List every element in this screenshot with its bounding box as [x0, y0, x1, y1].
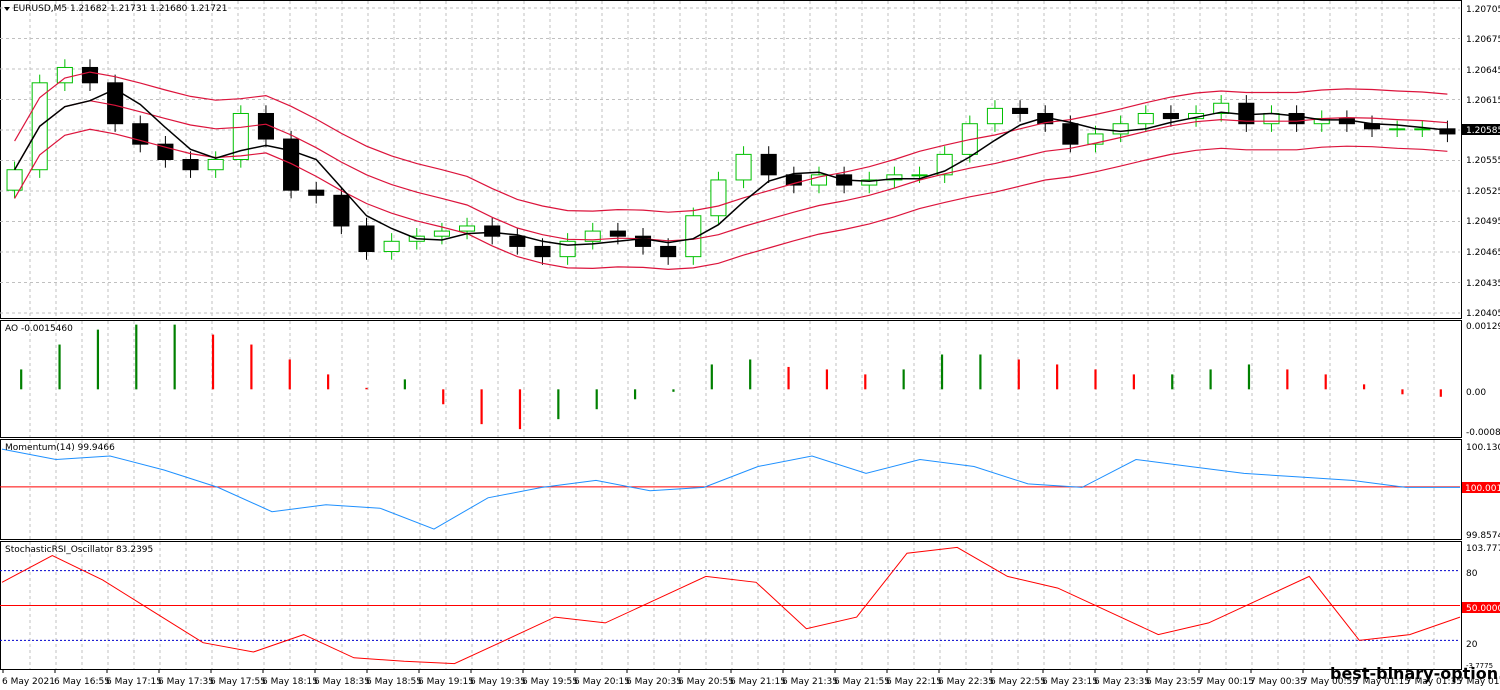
time-label: 6 May 23:15	[1042, 677, 1098, 687]
time-label: 6 May 21:15	[730, 677, 786, 687]
candle-body	[484, 225, 501, 237]
time-label: 6 May 21:55	[834, 677, 890, 687]
time-label: 6 May 23:35	[1094, 677, 1150, 687]
candle-body	[1137, 112, 1154, 125]
candle-body	[1062, 123, 1079, 145]
candle-body	[1112, 123, 1129, 135]
time-label: 6 May 2021	[2, 677, 55, 687]
candle-body	[132, 123, 149, 145]
ao-scale[interactable]: 0.001293 0.00 -0.000878	[1466, 322, 1500, 438]
candle-body	[509, 235, 526, 247]
time-label: 6 May 22:35	[938, 677, 994, 687]
candle-body	[157, 143, 174, 160]
candle-body	[634, 235, 652, 247]
candle-body	[735, 153, 752, 181]
time-label: 6 May 16:55	[54, 677, 110, 687]
candle-body	[911, 174, 928, 177]
ao-scale-label: 0.00	[1466, 388, 1486, 398]
time-label: 6 May 21:35	[782, 677, 838, 687]
current-price-label: 1.20585	[1466, 126, 1500, 136]
momentum-scale-label: 100.1303	[1466, 443, 1500, 453]
candle-body	[308, 189, 325, 196]
time-label: 6 May 18:15	[262, 677, 318, 687]
candle-body	[986, 107, 1003, 125]
price-label: 1.20495	[1466, 217, 1500, 227]
ao-pane-title: AO -0.0015460	[5, 324, 73, 334]
price-label: 1.20675	[1466, 35, 1500, 45]
time-label: 6 May 18:35	[314, 677, 370, 687]
time-label: 6 May 17:35	[158, 677, 214, 687]
candle-body	[1389, 128, 1406, 131]
price-label: 1.20405	[1466, 309, 1500, 319]
momentum-level-label: 100.0013	[1465, 484, 1500, 494]
time-label: 6 May 20:55	[678, 677, 734, 687]
stoch-scale-label: 103.7775	[1466, 544, 1500, 554]
price-label: 1.20705	[1466, 5, 1500, 15]
stoch-scale[interactable]: 103.7775 80 50.0000 20 -3.7775	[1462, 544, 1500, 670]
time-label: 6 May 19:15	[418, 677, 474, 687]
ao-pane[interactable]	[0, 320, 1462, 438]
candle-body	[534, 245, 551, 258]
chart-window[interactable]: EURUSD,M5 1.21682 1.21731 1.21680 1.2172…	[0, 0, 1500, 690]
time-label: 6 May 20:35	[626, 677, 682, 687]
momentum-scale-label: 99.8574	[1466, 531, 1500, 541]
stoch-scale-label: 20	[1466, 640, 1478, 650]
candle-body	[81, 66, 99, 84]
price-label: 1.20525	[1466, 187, 1500, 197]
time-label: 6 May 19:55	[522, 677, 578, 687]
time-label: 6 May 17:15	[106, 677, 162, 687]
ao-scale-label: -0.000878	[1466, 428, 1500, 438]
candle-body	[1012, 107, 1029, 114]
time-label: 6 May 23:55	[1146, 677, 1202, 687]
momentum-pane-title: Momentum(14) 99.9466	[5, 443, 115, 453]
candle-body	[56, 66, 73, 84]
candle-body	[660, 245, 677, 258]
candle-body	[207, 159, 224, 171]
time-label: 6 May 22:55	[990, 677, 1046, 687]
candle-body	[433, 230, 450, 237]
candle-body	[609, 230, 626, 237]
candle-body	[358, 225, 375, 253]
candle-body	[182, 159, 199, 171]
candle-body	[1162, 112, 1179, 120]
time-label: 6 May 20:15	[574, 677, 630, 687]
price-label: 1.20615	[1466, 96, 1500, 106]
candle-body	[283, 138, 300, 191]
price-label: 1.20555	[1466, 156, 1500, 166]
time-label: 7 May 00:15	[1198, 677, 1254, 687]
candle-body	[459, 225, 476, 232]
candle-body	[710, 179, 727, 217]
price-label: 1.20435	[1466, 279, 1500, 289]
time-label: 6 May 17:55	[210, 677, 266, 687]
ao-scale-label: 0.001293	[1466, 322, 1500, 332]
price-label: 1.20465	[1466, 248, 1500, 258]
time-axis[interactable]: 6 May 2021 6 May 16:556 May 17:156 May 17…	[2, 669, 1500, 687]
momentum-scale[interactable]: 100.1303 100.0013 99.8574	[1462, 443, 1500, 541]
stoch-pane-title: StochasticRSI_Oscillator 83.2395	[5, 545, 153, 555]
time-label: 7 May 00:35	[1250, 677, 1306, 687]
time-label: 6 May 19:35	[470, 677, 526, 687]
candle-body	[1414, 128, 1431, 131]
main-price-scale[interactable]: 1.20705 1.20675 1.20645 1.20615 1.20585 …	[1462, 5, 1500, 319]
stoch-scale-label: 80	[1466, 569, 1478, 579]
time-label: 6 May 18:55	[366, 677, 422, 687]
momentum-pane[interactable]	[0, 439, 1462, 540]
candle-body	[760, 153, 777, 176]
stoch-level-label: 50.0000	[1466, 604, 1500, 614]
candle-body	[333, 194, 350, 227]
candle-body	[383, 240, 400, 253]
candle-body	[6, 169, 23, 191]
watermark: best-binary-option.com	[1330, 664, 1500, 683]
time-label: 6 May 22:15	[886, 677, 942, 687]
main-pane-title: EURUSD,M5 1.21682 1.21731 1.21680 1.2172…	[13, 4, 227, 14]
candle-body	[1263, 112, 1280, 125]
price-label: 1.20645	[1466, 66, 1500, 76]
